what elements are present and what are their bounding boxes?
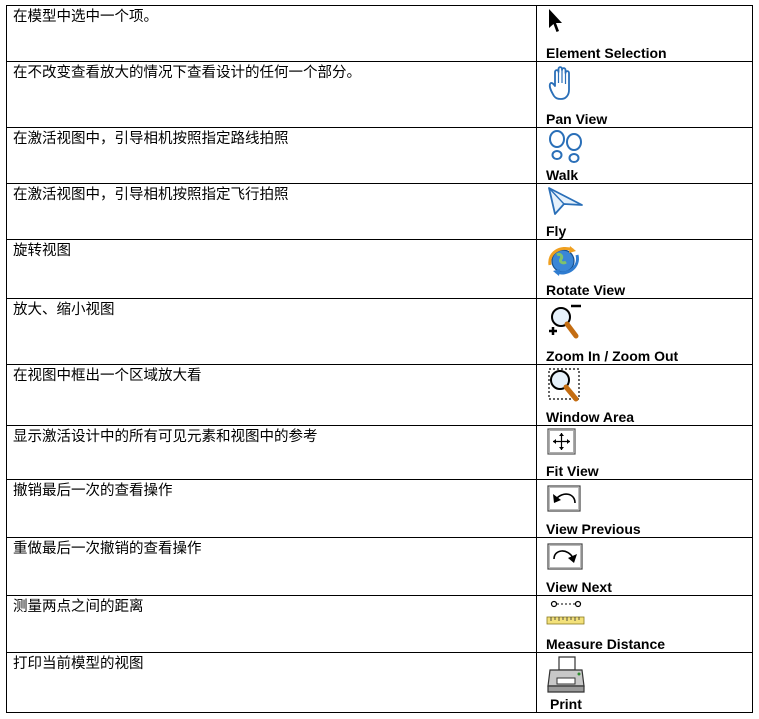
view-previous-icon (547, 485, 581, 512)
description-cell: 旋转视图 (6, 239, 537, 299)
table-row: 在模型中选中一个项。 Element Selection (6, 5, 753, 62)
row-description: 在激活视图中，引导相机按照指定路线拍照 (13, 131, 289, 147)
tool-label: Zoom In / Zoom Out (546, 348, 679, 364)
description-cell: 在视图中框出一个区域放大看 (6, 364, 537, 426)
pan-view-tool: Pan View (546, 63, 746, 127)
tool-cell: Fly (536, 183, 753, 240)
tool-cell: Fit View (536, 425, 753, 480)
tool-cell: Zoom In / Zoom Out (536, 298, 753, 365)
tool-label: Walk (546, 167, 579, 183)
table-row: 显示激活设计中的所有可见元素和视图中的参考 Fit View (6, 425, 753, 480)
rotate-view-tool: Rotate View (546, 241, 746, 298)
description-cell: 在不改变查看放大的情况下查看设计的任何一个部分。 (6, 61, 537, 128)
tool-label: Print (550, 696, 582, 712)
description-cell: 打印当前模型的视图 (6, 652, 537, 713)
description-cell: 放大、缩小视图 (6, 298, 537, 365)
table-row: 打印当前模型的视图 Print (6, 652, 753, 713)
row-description: 在不改变查看放大的情况下查看设计的任何一个部分。 (13, 65, 361, 81)
zoom-in-out-tool: Zoom In / Zoom Out (546, 300, 746, 364)
row-description: 测量两点之间的距离 (13, 599, 144, 615)
tool-label: Fit View (546, 463, 599, 479)
description-cell: 测量两点之间的距离 (6, 595, 537, 653)
tool-label: Pan View (546, 111, 608, 127)
table-row: 重做最后一次撤销的查看操作 View Next (6, 537, 753, 596)
tool-label: Rotate View (546, 282, 626, 298)
row-description: 显示激活设计中的所有可见元素和视图中的参考 (13, 429, 318, 445)
tool-cell: Walk (536, 127, 753, 184)
fit-view-tool: Fit View (546, 427, 746, 479)
view-next-tool: View Next (546, 539, 746, 595)
measure-distance-icon (546, 600, 585, 625)
zoom-window-icon (548, 368, 580, 402)
footprints-icon (549, 130, 582, 163)
table-row: 在激活视图中，引导相机按照指定飞行拍照 Fly (6, 183, 753, 240)
description-cell: 重做最后一次撤销的查看操作 (6, 537, 537, 596)
table-row: 在视图中框出一个区域放大看 Window Area (6, 364, 753, 426)
tool-label: Window Area (546, 409, 635, 425)
table-row: 在激活视图中，引导相机按照指定路线拍照 Walk (6, 127, 753, 184)
table-row: 撤销最后一次的查看操作 View Previous (6, 479, 753, 538)
row-description: 在激活视图中，引导相机按照指定飞行拍照 (13, 187, 289, 203)
view-tools-table: 在模型中选中一个项。 Element Selection 在不改变查看放大的情况… (6, 5, 753, 713)
description-cell: 撤销最后一次的查看操作 (6, 479, 537, 538)
printer-icon (547, 656, 585, 693)
description-cell: 在激活视图中，引导相机按照指定飞行拍照 (6, 183, 537, 240)
row-description: 撤销最后一次的查看操作 (13, 483, 173, 499)
description-cell: 显示激活设计中的所有可见元素和视图中的参考 (6, 425, 537, 480)
tool-cell: Element Selection (536, 5, 753, 62)
tool-label: Element Selection (546, 45, 667, 61)
tool-label: Measure Distance (546, 636, 666, 652)
row-description: 旋转视图 (13, 243, 71, 259)
description-cell: 在激活视图中，引导相机按照指定路线拍照 (6, 127, 537, 184)
view-previous-tool: View Previous (546, 481, 746, 537)
table-row: 放大、缩小视图 Zoom In / Zoom Out (6, 298, 753, 365)
fit-view-icon (547, 428, 576, 455)
tool-cell: Measure Distance (536, 595, 753, 653)
table-row: 测量两点之间的距离 Measure Distance (6, 595, 753, 653)
tool-cell: View Next (536, 537, 753, 596)
window-area-tool: Window Area (546, 366, 746, 425)
measure-distance-tool: Measure Distance (546, 597, 746, 652)
hand-icon (548, 66, 570, 100)
description-cell: 在模型中选中一个项。 (6, 5, 537, 62)
element-selection-tool: Element Selection (546, 7, 746, 61)
print-tool: Print (546, 654, 746, 712)
paper-plane-icon (548, 187, 583, 215)
tool-label: Fly (546, 223, 567, 239)
tool-cell: Window Area (536, 364, 753, 426)
tool-cell: Rotate View (536, 239, 753, 299)
walk-tool: Walk (546, 129, 746, 183)
arrow-cursor-icon (549, 9, 562, 32)
fly-tool: Fly (546, 185, 746, 239)
zoom-in-out-icon (549, 304, 581, 339)
row-description: 重做最后一次撤销的查看操作 (13, 541, 202, 557)
row-description: 在视图中框出一个区域放大看 (13, 368, 202, 384)
tool-cell: Print (536, 652, 753, 713)
tool-cell: View Previous (536, 479, 753, 538)
row-description: 在模型中选中一个项。 (13, 9, 158, 25)
rotate-globe-icon (548, 246, 579, 276)
row-description: 放大、缩小视图 (13, 302, 115, 318)
tool-label: View Next (546, 579, 612, 595)
tool-label: View Previous (546, 521, 641, 537)
tool-cell: Pan View (536, 61, 753, 128)
table-row: 在不改变查看放大的情况下查看设计的任何一个部分。 Pan View (6, 61, 753, 128)
view-next-icon (547, 543, 583, 570)
table-row: 旋转视图 Rotate View (6, 239, 753, 299)
row-description: 打印当前模型的视图 (13, 656, 144, 672)
